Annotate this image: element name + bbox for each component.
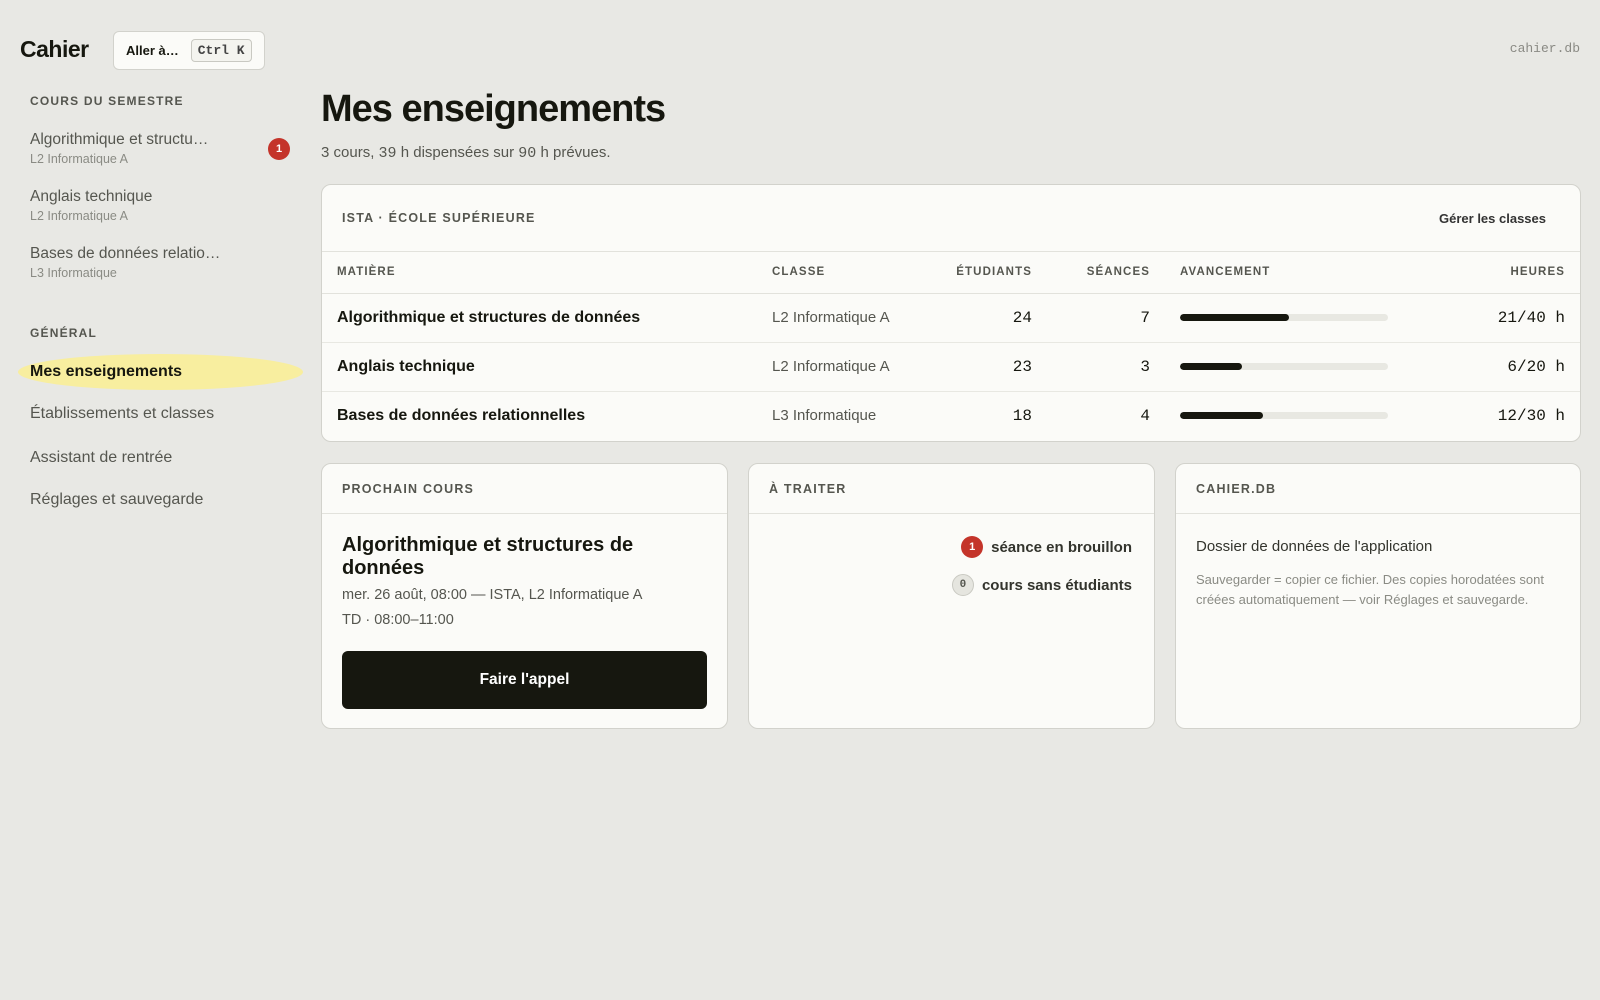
summary-text: h dispensées sur [396,144,519,161]
goto-shortcut: Ctrl K [190,39,252,62]
row-students: 23 [937,342,1047,392]
database-description: Sauvegarder = copier ce fichier. Des cop… [1196,572,1544,607]
row-students: 18 [1012,406,1032,425]
progress-bar-fill [1180,314,1290,321]
database-heading: CAHIER.DB [1176,464,1580,514]
row-hours: 21/40 h [1412,293,1580,343]
next-course-when: mer. 26 août, 08:00 — ISTA, L2 Informati… [342,587,643,603]
todo-label: cours sans étudiants [981,576,1132,594]
take-attendance-button[interactable]: Faire l'appel [342,651,707,709]
sidebar-course-bases-de-donnees[interactable]: Bases de données relatio… L3 Informatiqu… [30,245,290,280]
progress-bar [1180,363,1388,370]
school-name: ISTA · ÉCOLE SUPÉRIEURE [342,211,536,225]
nav-mes-enseignements[interactable]: Mes enseignements [30,363,182,381]
progress-bar [1180,412,1388,420]
progress-bar [1180,314,1388,321]
progress-bar-fill [1180,412,1264,420]
course-title: Bases de données relatio… [30,245,221,262]
table-row[interactable]: Anglais technique L2 Informatique A 23 3… [322,342,1580,392]
col-classe: CLASSE [757,252,937,294]
course-title: Algorithmique et structu… [30,131,209,148]
table-header-row: MATIÈRE CLASSE ÉTUDIANTS SÉANCES AVANCEM… [322,252,1580,294]
col-avancement: AVANCEMENT [1165,252,1412,294]
course-class: L2 Informatique A [30,209,128,223]
summary-text: h prévues. [536,144,611,161]
col-heures: HEURES [1412,252,1580,294]
database-title: Dossier de données de l'application [1196,538,1433,555]
goto-search-button[interactable]: Aller à… Ctrl K [113,31,265,70]
row-class: L2 Informatique A [757,293,937,343]
page-title: Mes enseignements [321,88,666,130]
col-matiere: MATIÈRE [322,252,757,294]
progress-bar-fill [1180,363,1243,370]
row-subject: Bases de données relationnelles [337,406,586,424]
todo-card: À TRAITER 1 séance en brouillon 0 cours … [748,463,1155,729]
courses-table: MATIÈRE CLASSE ÉTUDIANTS SÉANCES AVANCEM… [322,252,1580,440]
summary-text: 3 cours, [321,144,379,161]
nav-reglages-sauvegarde[interactable]: Réglages et sauvegarde [30,491,203,509]
sidebar-course-anglais[interactable]: Anglais technique L2 Informatique A [30,188,290,223]
app-logo: Cahier [20,36,89,62]
next-course-title: Algorithmique et structures de données [342,534,634,579]
row-hours: 6/20 h [1412,342,1580,392]
course-class: L2 Informatique A [30,152,128,166]
row-progress [1165,391,1412,440]
summary-hours-total: 90 [518,145,537,162]
row-students: 24 [937,293,1047,343]
table-row[interactable]: Bases de données relationnelles L3 Infor… [322,391,1580,440]
page-summary: 3 cours, 39 h dispensées sur 90 h prévue… [321,144,611,162]
todo-label: séance en brouillon [991,538,1132,556]
draft-count-badge: 1 [268,138,290,160]
table-row[interactable]: Algorithmique et structures de données L… [322,293,1580,343]
summary-hours-done: 39 [378,145,397,162]
sidebar-course-algorithmique[interactable]: Algorithmique et structu… L2 Informatiqu… [30,131,290,166]
row-sessions: 4 [1140,406,1150,425]
db-filename: cahier.db [1509,41,1580,56]
nav-assistant-rentree[interactable]: Assistant de rentrée [30,449,172,467]
draft-count-badge: 1 [961,536,984,558]
course-class: L3 Informatique [30,266,117,280]
empty-course-count-badge: 0 [951,574,974,596]
next-course-card: PROCHAIN COURS Algorithmique et structur… [321,463,728,729]
row-sessions: 3 [1047,342,1165,392]
col-seances: SÉANCES [1047,252,1165,294]
course-title: Anglais technique [30,188,153,205]
nav-etablissements-classes[interactable]: Établissements et classes [30,405,214,423]
row-progress [1165,293,1412,343]
row-sessions: 7 [1047,293,1165,343]
next-course-type: TD · 08:00–11:00 [342,612,454,628]
todo-item-drafts[interactable]: 1 séance en brouillon [961,536,1132,558]
row-class: L2 Informatique A [757,342,937,392]
col-etudiants: ÉTUDIANTS [937,252,1047,294]
next-course-heading: PROCHAIN COURS [322,464,727,514]
todo-heading: À TRAITER [749,464,1154,514]
goto-label: Aller à… [126,43,179,58]
database-card: CAHIER.DB Dossier de données de l'applic… [1175,463,1581,729]
sidebar-courses-heading: COURS DU SEMESTRE [30,94,184,108]
row-class: L3 Informatique [772,407,877,425]
courses-table-card: ISTA · ÉCOLE SUPÉRIEURE Gérer les classe… [321,184,1581,442]
todo-item-no-students[interactable]: 0 cours sans étudiants [951,574,1132,596]
row-subject: Anglais technique [322,342,757,392]
row-hours: 12/30 h [1497,406,1565,425]
sidebar-general-heading: GÉNÉRAL [30,326,98,340]
manage-classes-button[interactable]: Gérer les classes [1421,205,1564,232]
row-subject: Algorithmique et structures de données [322,293,757,343]
row-progress [1165,342,1412,392]
